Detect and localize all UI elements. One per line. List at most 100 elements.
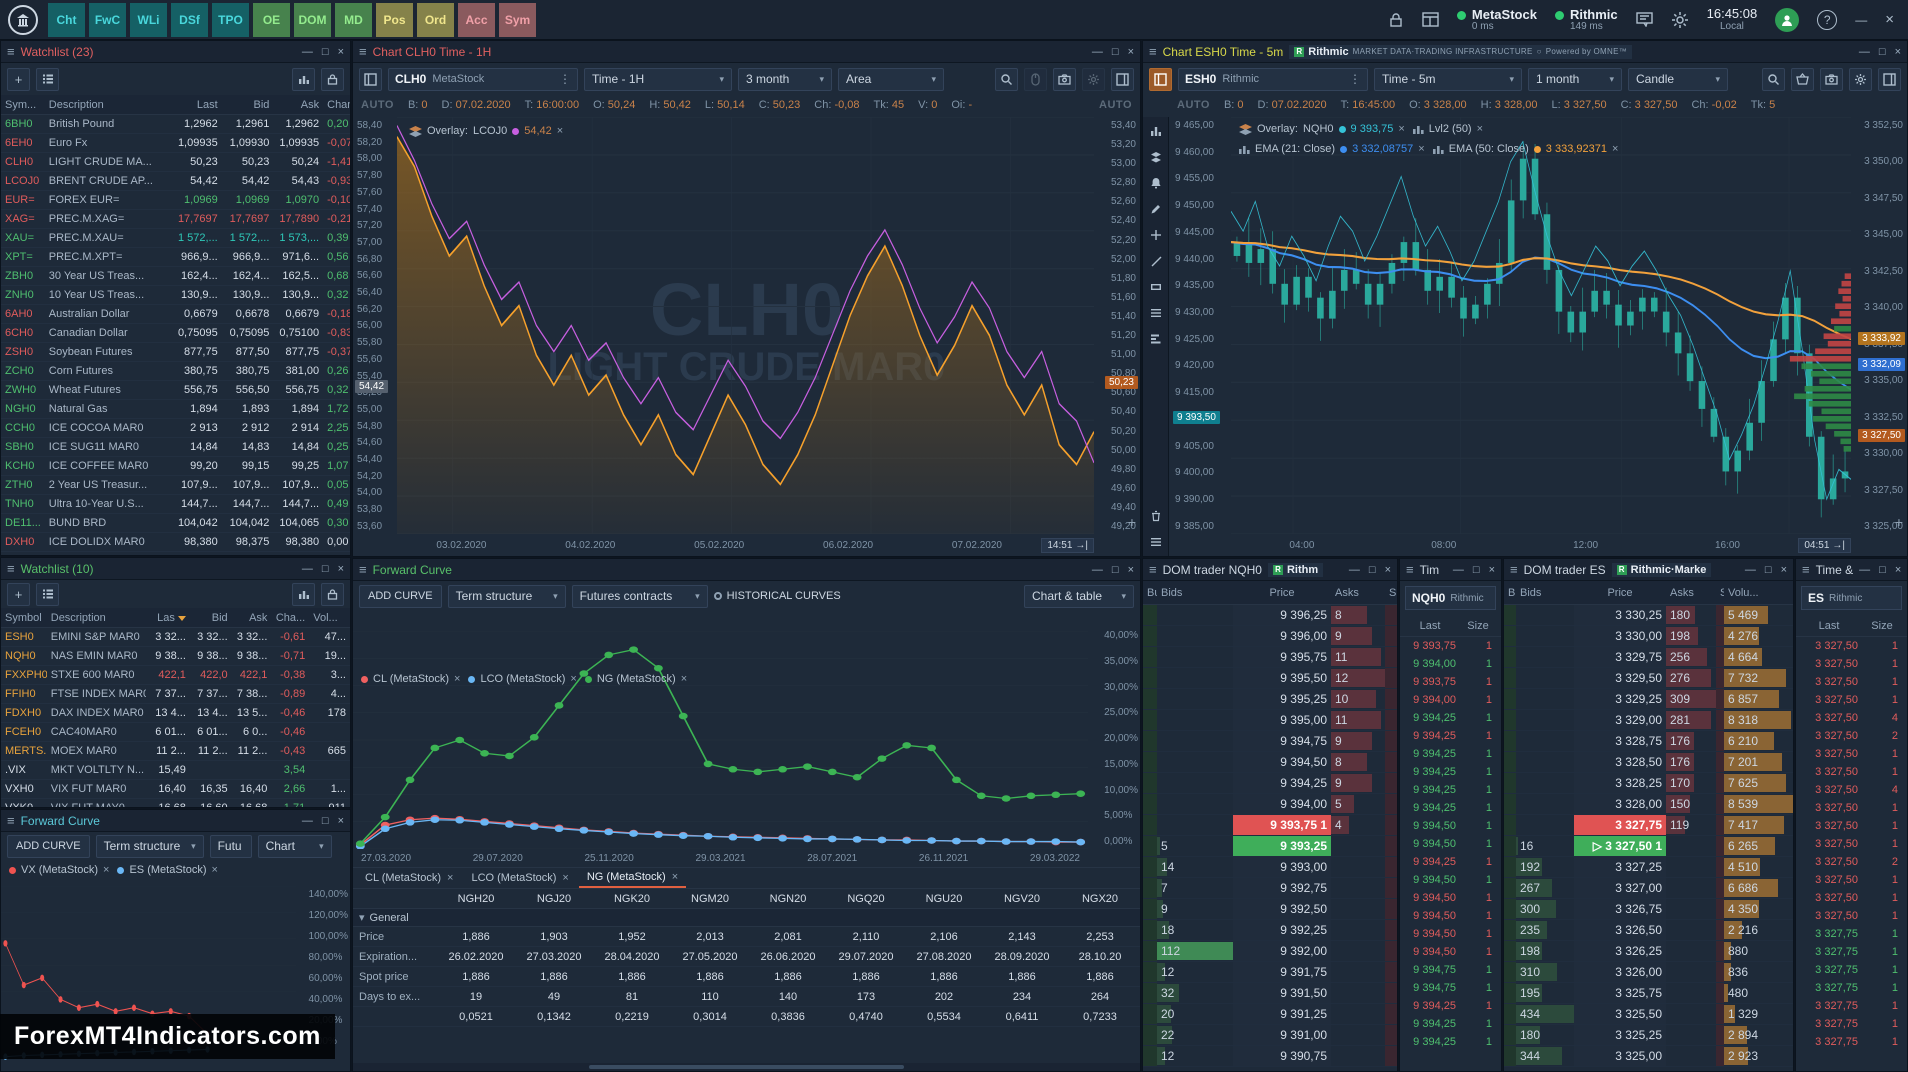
help-icon[interactable]: ?	[1817, 10, 1837, 30]
sell-column-cell[interactable]	[1716, 710, 1724, 730]
buy-column-cell[interactable]	[1504, 647, 1516, 667]
price-cell[interactable]: 3 329,50	[1574, 668, 1666, 688]
ask-cell[interactable]	[1666, 857, 1716, 877]
right-panel-toggle-icon[interactable]	[1111, 68, 1134, 91]
close-app-icon[interactable]: ×	[1885, 11, 1894, 28]
ask-cell[interactable]: 8	[1331, 752, 1385, 772]
ask-cell[interactable]	[1666, 899, 1716, 919]
legend-item-cl[interactable]: CL (MetaStock)×	[361, 673, 460, 685]
price-cell[interactable]: 9 393,75 1	[1233, 815, 1331, 835]
contract-column-header[interactable]: NGJ20	[515, 893, 593, 905]
price-cell[interactable]: ▷ 3 327,50 1	[1574, 836, 1666, 856]
bid-cell[interactable]	[1516, 773, 1574, 793]
ladder-row[interactable]: 209 391,25	[1143, 1004, 1397, 1025]
watchlist-row[interactable]: ZBH030 Year US Treas...162,4...162,4...1…	[1, 267, 350, 286]
price-cell[interactable]: 3 330,00	[1574, 626, 1666, 646]
contract-column-header[interactable]: NGX20	[1061, 893, 1139, 905]
ladder-row[interactable]: 129 391,75	[1143, 962, 1397, 983]
sell-column-cell[interactable]	[1385, 689, 1397, 709]
sell-column-cell[interactable]	[1385, 605, 1397, 625]
panel-menu-icon[interactable]: ≡	[1802, 562, 1810, 577]
basket-icon[interactable]	[1791, 68, 1814, 91]
watchlist-row[interactable]: EUR=FOREX EUR=1,09691,09691,0970-0,10	[1, 191, 350, 210]
close-icon[interactable]: ×	[1128, 564, 1134, 576]
sell-column-cell[interactable]	[1716, 1004, 1724, 1024]
ask-cell[interactable]	[1666, 836, 1716, 856]
bid-cell[interactable]: 112	[1157, 941, 1233, 961]
price-cell[interactable]: 9 391,00	[1233, 1025, 1331, 1045]
jump-to-now-icon[interactable]: →|	[1832, 540, 1845, 551]
sell-column-cell[interactable]	[1716, 920, 1724, 940]
ladder-row[interactable]: 3 328,501767 201	[1504, 752, 1793, 773]
symbol-selector[interactable]: ESH0Rithmic⋮	[1178, 68, 1368, 91]
watchlist-row[interactable]: KCH0ICE COFFEE MAR099,2099,1599,251,07	[1, 457, 350, 476]
price-cell[interactable]: 9 391,75	[1233, 962, 1331, 982]
buy-column-cell[interactable]	[1504, 899, 1516, 919]
price-cell[interactable]: 3 328,50	[1574, 752, 1666, 772]
maximize-icon[interactable]: □	[1765, 564, 1772, 576]
legend-item-lco[interactable]: LCO (MetaStock)×	[468, 673, 576, 685]
watchlist-row[interactable]: FFIH0FTSE INDEX MAR07 37...7 37...7 38..…	[1, 685, 350, 704]
snapshot-icon[interactable]	[1053, 68, 1076, 91]
price-cell[interactable]: 3 329,00	[1574, 710, 1666, 730]
bid-cell[interactable]	[1157, 815, 1233, 835]
buy-column-cell[interactable]	[1143, 920, 1157, 940]
price-cell[interactable]: 9 395,00	[1233, 710, 1331, 730]
ask-cell[interactable]	[1666, 1004, 1716, 1024]
ask-cell[interactable]: 119	[1666, 815, 1716, 835]
sell-column-cell[interactable]	[1716, 605, 1724, 625]
ask-cell[interactable]: 11	[1331, 710, 1385, 730]
minimize-icon[interactable]: —	[302, 563, 313, 575]
sell-column-cell[interactable]	[1385, 857, 1397, 877]
ladder-row[interactable]: 9 395,5012	[1143, 668, 1397, 689]
panel-lock-icon[interactable]	[321, 68, 344, 91]
sell-column-cell[interactable]	[1385, 836, 1397, 856]
term-structure-dropdown[interactable]: Term structure▾	[96, 835, 204, 858]
bid-cell[interactable]: 14	[1157, 857, 1233, 877]
contract-column-header[interactable]: NGK20	[593, 893, 671, 905]
bid-cell[interactable]	[1157, 752, 1233, 772]
tab-lco[interactable]: LCO (MetaStock)×	[463, 868, 576, 888]
sell-column-cell[interactable]	[1385, 1025, 1397, 1045]
column-header-description[interactable]: Description	[47, 612, 146, 624]
sell-column-cell[interactable]	[1385, 983, 1397, 1003]
bid-cell[interactable]	[1516, 752, 1574, 772]
watchlist-row[interactable]: ZNH010 Year US Treas...130,9...130,9...1…	[1, 286, 350, 305]
price-cell[interactable]: 3 325,25	[1574, 1025, 1666, 1045]
close-icon[interactable]: ×	[1128, 46, 1134, 58]
contract-column-header[interactable]: NGH20	[437, 893, 515, 905]
sell-column-cell[interactable]	[1716, 962, 1724, 982]
bid-cell[interactable]	[1157, 731, 1233, 751]
ladder-row[interactable]: 3 328,001508 539	[1504, 794, 1793, 815]
column-settings-button[interactable]	[36, 68, 59, 91]
price-cell[interactable]: 3 325,75	[1574, 983, 1666, 1003]
buy-column-cell[interactable]	[1143, 647, 1157, 667]
remove-overlay-icon[interactable]: ×	[1398, 123, 1404, 135]
ask-cell[interactable]	[1331, 899, 1385, 919]
chart-style-dropdown[interactable]: Candle▾	[1628, 68, 1728, 91]
watchlist-row[interactable]: ZWH0Wheat Futures556,75556,50556,750,32	[1, 381, 350, 400]
ask-cell[interactable]	[1331, 920, 1385, 940]
bid-cell[interactable]	[1516, 605, 1574, 625]
sell-column-cell[interactable]	[1716, 1046, 1724, 1066]
ask-cell[interactable]: 10	[1331, 689, 1385, 709]
ladder-row[interactable]: 1803 325,252 894	[1504, 1025, 1793, 1046]
buy-column-cell[interactable]	[1504, 1046, 1516, 1066]
ladder-row[interactable]: 189 392,25	[1143, 920, 1397, 941]
panel-lock-icon[interactable]	[321, 583, 344, 606]
ladder-row[interactable]: 3 329,253096 857	[1504, 689, 1793, 710]
buy-column-cell[interactable]	[1143, 773, 1157, 793]
panel-menu-icon[interactable]: ≡	[7, 813, 15, 828]
remove-indicator-icon[interactable]: ×	[1418, 143, 1424, 155]
ladder-row[interactable]: 9 394,005	[1143, 794, 1397, 815]
ladder-row[interactable]: 99 392,50	[1143, 899, 1397, 920]
mini-chart-icon[interactable]	[292, 68, 315, 91]
ladder-row[interactable]: 3 329,502767 732	[1504, 668, 1793, 689]
bid-cell[interactable]: 300	[1516, 899, 1574, 919]
watchlist-row[interactable]: 6CH0Canadian Dollar0,750950,750950,75100…	[1, 324, 350, 343]
bid-cell[interactable]: 7	[1157, 878, 1233, 898]
bid-cell[interactable]: 20	[1157, 1004, 1233, 1024]
bid-cell[interactable]: 344	[1516, 1046, 1574, 1066]
horizontal-scrollbar[interactable]	[353, 1063, 1140, 1071]
column-header-cha[interactable]: Cha...	[271, 612, 309, 624]
